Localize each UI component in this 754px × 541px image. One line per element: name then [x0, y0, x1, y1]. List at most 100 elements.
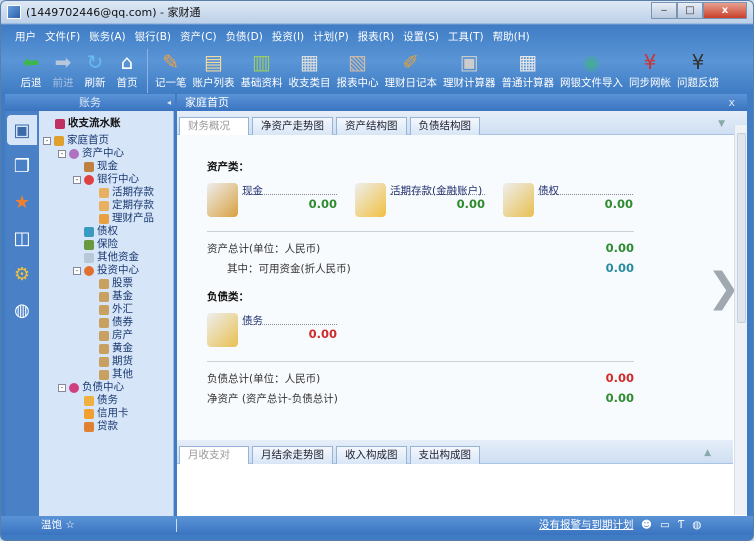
tab-3[interactable]: 支出构成图 [409, 446, 480, 464]
toolbar-button-9[interactable]: ¥ 同步网帐 [626, 49, 674, 93]
tab-0[interactable]: 月收支对比图 [179, 446, 249, 478]
toolbar-button-3[interactable]: ▦ 收支类目 [286, 49, 334, 93]
toolbar-button-6[interactable]: ▣ 理财计算器 [440, 49, 499, 93]
tree-root[interactable]: 收支流水账 [39, 117, 173, 130]
tree-item[interactable]: 外汇 [39, 303, 173, 316]
tab-0[interactable]: 财务概况 [179, 117, 249, 135]
assets-icon [503, 183, 535, 217]
tree-item[interactable]: 理财产品 [39, 212, 173, 225]
tree-node-icon [99, 356, 109, 367]
tree-item[interactable]: 贷款 [39, 420, 173, 433]
forward-arrow-icon: ➡ [54, 50, 72, 74]
overview-item[interactable]: 活期存款(金融账户) 0.00 [355, 183, 485, 217]
alerts-link[interactable]: 没有报警与到期计划 [539, 516, 634, 535]
vertical-scrollbar[interactable] [734, 125, 747, 515]
toolbar-button-1[interactable]: ▤ 账户列表 [190, 49, 238, 93]
scrollbar-thumb[interactable] [737, 133, 746, 323]
favorites-star-icon[interactable]: ★ [7, 187, 37, 217]
expand-toggle[interactable]: - [43, 136, 51, 145]
accounts-nav-icon[interactable]: ❐ [7, 151, 37, 181]
close-button[interactable]: x [703, 2, 747, 19]
tree-node-icon [69, 382, 79, 393]
toolbar-button-4[interactable]: ▧ 报表中心 [334, 49, 382, 93]
tree-item[interactable]: 黄金 [39, 342, 173, 355]
expand-toggle[interactable]: - [58, 149, 66, 158]
tree-item[interactable]: - 银行中心 [39, 173, 173, 186]
overview-item[interactable]: 现金 0.00 [207, 183, 337, 217]
tree-item[interactable]: 其他 [39, 368, 173, 381]
tree-item[interactable]: 现金 [39, 160, 173, 173]
collapse-arrow-icon[interactable]: ▼ [718, 119, 725, 129]
maximize-button[interactable]: □ [677, 2, 703, 19]
menu-item[interactable]: 负债(D) [226, 29, 263, 44]
status-bar: 温饱 ☆ 没有报警与到期计划 ☻ ▭ Ƭ ◍ [1, 516, 753, 535]
tree-item[interactable]: 其他资金 [39, 251, 173, 264]
item-label: 债权 [538, 183, 633, 197]
menu-item[interactable]: 用户 [15, 29, 36, 44]
tab-3[interactable]: 负债结构图 [409, 117, 480, 135]
tree-item[interactable]: 房产 [39, 329, 173, 342]
menu-item[interactable]: 帮助(H) [493, 29, 530, 44]
main-content: 财务概况 净资产走势图 资产结构图 负债结构图 ▼ 资产类： 现金 0.00 活期存款(金融… [177, 111, 747, 516]
title-bar: (1449702446@qq.com) - 家财通 ‒ □ x [1, 1, 753, 23]
overview-item[interactable]: 债权 0.00 [503, 183, 633, 217]
tab-1[interactable]: 月结余走势图 [252, 446, 333, 464]
globe-icon[interactable]: ◍ [7, 295, 37, 325]
tree-item[interactable]: - 家庭首页 [39, 134, 173, 147]
expand-toggle[interactable]: - [58, 383, 66, 392]
tree-item[interactable]: 基金 [39, 290, 173, 303]
tree-item-label: 房产 [112, 329, 133, 341]
toolbar-button-7[interactable]: ▦ 普通计算器 [499, 49, 558, 93]
menu-item[interactable]: 账务(A) [89, 29, 125, 44]
tab-2[interactable]: 资产结构图 [336, 117, 407, 135]
tab-1[interactable]: 净资产走势图 [252, 117, 333, 135]
close-tab-icon[interactable]: x [728, 94, 735, 111]
menu-item[interactable]: 报表(R) [358, 29, 395, 44]
save-icon[interactable]: ▭ [660, 516, 670, 535]
menu-item[interactable]: 计划(P) [313, 29, 349, 44]
toolbar-button-3[interactable]: ⌂ 首页 [111, 49, 143, 93]
search-window-icon[interactable]: ◫ [7, 223, 37, 253]
tree-item[interactable]: - 资产中心 [39, 147, 173, 160]
toolbar-button-1[interactable]: ➡ 前进 [47, 49, 79, 93]
minimize-button[interactable]: ‒ [651, 2, 677, 19]
menu-item[interactable]: 银行(B) [135, 29, 171, 44]
toolbar-button-10[interactable]: ¥ 问题反馈 [674, 49, 722, 93]
ledger-nav-icon[interactable]: ▣ [7, 115, 37, 145]
tree-item[interactable]: 债务 [39, 394, 173, 407]
tree-item[interactable]: 信用卡 [39, 407, 173, 420]
tree-item[interactable]: 期货 [39, 355, 173, 368]
globe-status-icon[interactable]: ◍ [692, 516, 701, 535]
toolbar-button-0[interactable]: ⬅ 后退 [15, 49, 47, 93]
menu-item[interactable]: 投资(I) [272, 29, 304, 44]
menu-item[interactable]: 资产(C) [180, 29, 217, 44]
toolbar-button-2[interactable]: ▥ 基础资料 [238, 49, 286, 93]
available-funds-value: 0.00 [605, 261, 634, 275]
tab-2[interactable]: 收入构成图 [336, 446, 407, 464]
expand-toggle[interactable]: - [73, 266, 81, 275]
tree-item[interactable]: 定期存款 [39, 199, 173, 212]
collapse-up-icon[interactable]: ▲ [704, 448, 711, 458]
overview-item[interactable]: 债务 0.00 [207, 313, 337, 347]
tree-item[interactable]: 活期存款 [39, 186, 173, 199]
tree-item[interactable]: 债券 [39, 316, 173, 329]
toolbar-button-0[interactable]: ✎ 记一笔 [152, 49, 190, 93]
toolbar-button-2[interactable]: ↻ 刷新 [79, 49, 111, 93]
collapse-icon[interactable]: ◂ [167, 94, 171, 111]
divider [207, 361, 634, 362]
expand-toggle[interactable]: - [73, 175, 81, 184]
settings-gears-icon[interactable]: ⚙ [7, 259, 37, 289]
toolbar-button-5[interactable]: ✐ 理财日记本 [382, 49, 441, 93]
tree-item[interactable]: 股票 [39, 277, 173, 290]
tools-icon[interactable]: Ƭ [678, 516, 684, 535]
liabilities-icon [207, 313, 239, 347]
tree-item[interactable]: 债权 [39, 225, 173, 238]
menu-item[interactable]: 设置(S) [403, 29, 439, 44]
menu-item[interactable]: 工具(T) [448, 29, 484, 44]
user-icon[interactable]: ☻ [641, 516, 652, 535]
toolbar-button-8[interactable]: ◉ 网银文件导入 [557, 49, 626, 93]
menu-item[interactable]: 文件(F) [45, 29, 80, 44]
tree-item[interactable]: 保险 [39, 238, 173, 251]
tree-item[interactable]: - 投资中心 [39, 264, 173, 277]
tree-item[interactable]: - 负债中心 [39, 381, 173, 394]
